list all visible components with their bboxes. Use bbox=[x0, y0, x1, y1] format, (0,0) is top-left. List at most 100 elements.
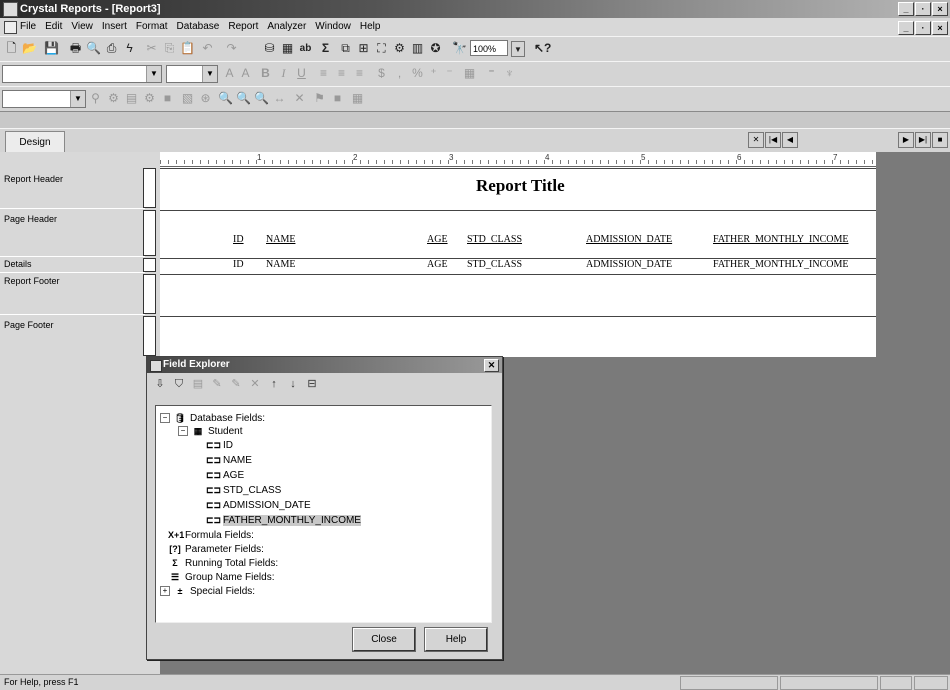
help-button[interactable]: Help bbox=[424, 627, 488, 652]
menu-edit[interactable]: Edit bbox=[45, 18, 62, 36]
align-center-icon[interactable]: ≡ bbox=[334, 66, 349, 81]
delete-icon[interactable]: ✕ bbox=[292, 91, 307, 106]
decimal-increase-icon[interactable]: ⁺ bbox=[426, 66, 441, 81]
detail-field-id[interactable]: ID bbox=[233, 259, 244, 270]
preview-icon[interactable]: 🔍 bbox=[86, 41, 101, 56]
zoom-dropdown-icon[interactable]: ▼ bbox=[511, 41, 525, 57]
section-tab[interactable] bbox=[143, 258, 156, 272]
minimize-button[interactable]: _ bbox=[898, 2, 914, 16]
menu-file[interactable]: File bbox=[20, 18, 36, 36]
header-field-age[interactable]: AGE bbox=[427, 234, 448, 245]
object-combo[interactable]: ▼ bbox=[2, 90, 86, 108]
insert-field-icon[interactable]: ⛁ bbox=[262, 41, 277, 56]
tree-node-group-name-fields[interactable]: ☰ Group Name Fields: bbox=[168, 571, 275, 584]
detail-field-name[interactable]: NAME bbox=[266, 259, 295, 270]
tree-node-student[interactable]: − ▦ Student bbox=[178, 425, 242, 438]
help-pointer-icon[interactable]: ↖? bbox=[534, 41, 551, 56]
tool-icon-3[interactable]: ▤ bbox=[124, 91, 139, 106]
tree-node-running-total-fields[interactable]: Σ Running Total Fields: bbox=[168, 557, 278, 570]
detail-field-admission-date[interactable]: ADMISSION_DATE bbox=[586, 259, 672, 270]
doc-restore-button[interactable]: · bbox=[915, 21, 931, 35]
menu-view[interactable]: View bbox=[71, 18, 93, 36]
rename-icon[interactable]: ✎ bbox=[229, 377, 243, 391]
menu-help[interactable]: Help bbox=[360, 18, 381, 36]
move-up-icon[interactable]: ↑ bbox=[267, 377, 281, 391]
find-icon[interactable]: 🔭 bbox=[452, 41, 467, 56]
section-tab[interactable] bbox=[143, 274, 156, 314]
picture-icon[interactable]: ⛶ bbox=[374, 41, 389, 56]
report-footer-band[interactable] bbox=[160, 274, 876, 315]
menu-database[interactable]: Database bbox=[177, 18, 220, 36]
align-left-icon[interactable]: ≡ bbox=[316, 66, 331, 81]
section-tab[interactable] bbox=[143, 210, 156, 256]
export-icon[interactable]: ⎙ bbox=[104, 41, 119, 56]
tree-node-field-std-class[interactable]: ⊏⊐ STD_CLASS bbox=[206, 484, 281, 497]
open-icon[interactable]: 📂 bbox=[22, 41, 37, 56]
cut-icon[interactable]: ✂ bbox=[144, 41, 159, 56]
doc-close-button[interactable]: × bbox=[932, 21, 948, 35]
expand-icon[interactable]: + bbox=[160, 586, 170, 597]
detail-field-father-monthly-income[interactable]: FATHER_MONTHLY_INCOME bbox=[713, 259, 848, 270]
chevron-down-icon[interactable]: ▼ bbox=[146, 66, 161, 82]
save-icon[interactable]: 💾 bbox=[44, 41, 59, 56]
collapse-icon[interactable]: − bbox=[178, 426, 188, 437]
olap-icon[interactable]: ✪ bbox=[428, 41, 443, 56]
currency-icon[interactable]: $ bbox=[374, 66, 389, 81]
document-icon[interactable] bbox=[4, 21, 17, 34]
restore-button[interactable]: · bbox=[915, 2, 931, 16]
refresh-icon[interactable]: ϟ bbox=[122, 41, 137, 56]
zoom-out-icon[interactable]: 🔍 bbox=[236, 91, 251, 106]
move-down-icon[interactable]: ↓ bbox=[286, 377, 300, 391]
tree-node-special-fields[interactable]: + ± Special Fields: bbox=[160, 585, 255, 598]
header-field-std-class[interactable]: STD_CLASS bbox=[467, 234, 522, 245]
tool-icon-9[interactable]: ■ bbox=[330, 91, 345, 106]
width-icon[interactable]: ↔ bbox=[272, 91, 287, 106]
field-settings-icon[interactable]: ⊟ bbox=[305, 377, 319, 391]
tab-design[interactable]: Design bbox=[5, 131, 65, 154]
section-tab[interactable] bbox=[143, 168, 156, 208]
map-icon[interactable]: ⚙ bbox=[392, 41, 407, 56]
zoom-in-icon[interactable]: 🔍 bbox=[218, 91, 233, 106]
tool-icon-5[interactable]: ■ bbox=[160, 91, 175, 106]
decimal-decrease-icon[interactable]: ⁻ bbox=[442, 66, 457, 81]
menu-analyzer[interactable]: Analyzer bbox=[267, 18, 306, 36]
copy-icon[interactable]: ⎘ bbox=[162, 41, 177, 56]
increase-font-icon[interactable]: A bbox=[222, 66, 237, 81]
chevron-down-icon[interactable]: ▼ bbox=[70, 91, 85, 107]
redo-icon[interactable]: ↷ bbox=[224, 41, 239, 56]
section-page-header[interactable]: Page Header bbox=[4, 214, 57, 224]
subreport-icon[interactable]: ⊞ bbox=[356, 41, 371, 56]
tree-node-parameter-fields[interactable]: [?] Parameter Fields: bbox=[168, 543, 264, 556]
underline-button[interactable]: U bbox=[294, 66, 309, 81]
undo-icon[interactable]: ↶ bbox=[200, 41, 215, 56]
header-field-father-monthly-income[interactable]: FATHER_MONTHLY_INCOME bbox=[713, 234, 848, 245]
section-tab[interactable] bbox=[143, 316, 156, 356]
delete-icon[interactable]: ✕ bbox=[248, 377, 262, 391]
tree-node-field-id[interactable]: ⊏⊐ ID bbox=[206, 439, 233, 452]
detail-field-age[interactable]: AGE bbox=[427, 259, 448, 270]
chart-icon[interactable]: ▥ bbox=[410, 41, 425, 56]
tool-icon-8[interactable]: ⚑ bbox=[312, 91, 327, 106]
header-field-admission-date[interactable]: ADMISSION_DATE bbox=[586, 234, 672, 245]
font-size-combo[interactable]: ▼ bbox=[166, 65, 218, 83]
tree-node-database-fields[interactable]: − 🛢 Database Fields: bbox=[160, 412, 265, 425]
thousands-icon[interactable]: , bbox=[392, 66, 407, 81]
last-icon[interactable]: ▶| bbox=[915, 132, 931, 148]
tree-node-formula-fields[interactable]: X+1Formula Fields: bbox=[168, 529, 254, 542]
close-button[interactable]: × bbox=[932, 2, 948, 16]
header-field-name[interactable]: NAME bbox=[266, 234, 295, 245]
new-icon[interactable]: ▤ bbox=[191, 377, 205, 391]
close-icon[interactable]: ✕ bbox=[484, 359, 499, 372]
group-icon[interactable]: ⧉ bbox=[338, 41, 353, 56]
menu-window[interactable]: Window bbox=[315, 18, 351, 36]
percent-icon[interactable]: % bbox=[410, 66, 425, 81]
zoom-combo[interactable]: 100% bbox=[470, 40, 508, 56]
tool-icon-4[interactable]: ⚙ bbox=[142, 91, 157, 106]
tool-icon-10[interactable]: ▦ bbox=[350, 91, 365, 106]
highlight-icon[interactable]: ♆ bbox=[502, 66, 517, 81]
menu-report[interactable]: Report bbox=[228, 18, 258, 36]
insert-table-icon[interactable]: ▦ bbox=[280, 41, 295, 56]
border-icon[interactable]: ▦ bbox=[462, 66, 477, 81]
menu-insert[interactable]: Insert bbox=[102, 18, 127, 36]
next-icon[interactable]: ▶ bbox=[898, 132, 914, 148]
